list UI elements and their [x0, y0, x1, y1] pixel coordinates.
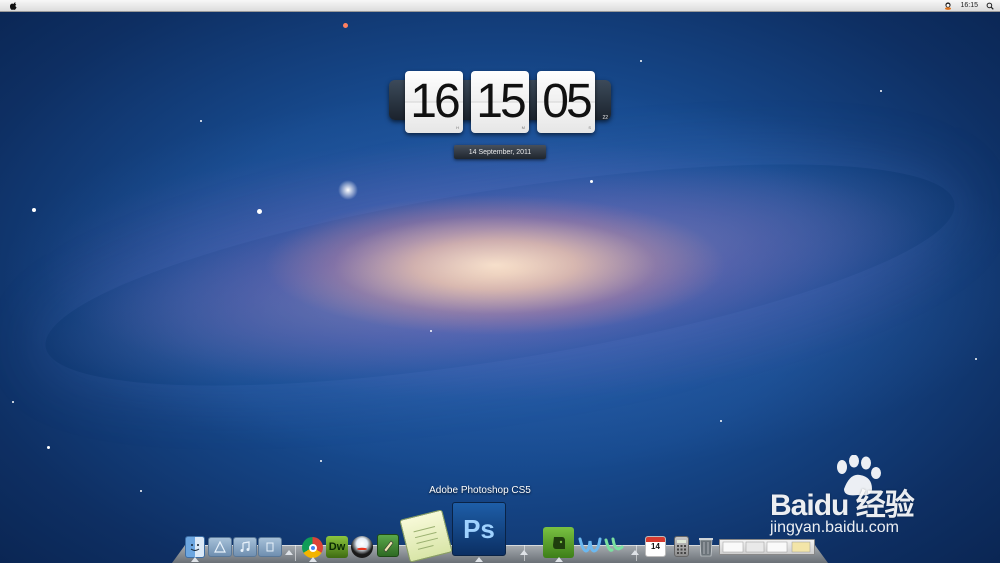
flip-clock-widget[interactable]: 16 H 15 M 05 S 22	[389, 71, 611, 135]
hours-label: H	[456, 125, 459, 130]
dock-indicator	[520, 550, 528, 555]
watermark-brand-prefix: Bai	[770, 489, 815, 522]
documents-folder-icon[interactable]	[258, 537, 282, 557]
calendar-day: 14	[651, 542, 660, 551]
baidu-watermark: Baidu 经验 jingyan.baidu.com	[770, 455, 1000, 545]
music-folder-icon[interactable]	[233, 537, 257, 557]
dock-separator	[295, 545, 296, 561]
dock-indicator	[285, 550, 293, 555]
photoshop-running-indicator	[475, 557, 483, 562]
photoshop-icon[interactable]: Ps	[452, 502, 506, 556]
calendar-icon[interactable]: 14	[645, 536, 666, 557]
apple-icon[interactable]	[10, 1, 18, 10]
finder-running-indicator	[191, 557, 199, 562]
applications-folder-icon[interactable]	[208, 537, 232, 557]
minutes-card: 15 M	[471, 71, 529, 133]
watermark-brand: Baidu 经验	[770, 480, 915, 524]
seconds-label: S	[588, 125, 591, 130]
seconds-card: 05 S	[537, 71, 595, 133]
chrome-icon[interactable]	[302, 537, 323, 558]
dock-indicator	[631, 550, 639, 555]
watermark-url: jingyan.baidu.com	[770, 519, 899, 536]
watermark-brand-cn: 经验	[855, 488, 915, 523]
wifi-icon[interactable]	[603, 535, 625, 557]
seconds-counter: 22	[602, 115, 608, 121]
spotlight-icon[interactable]	[986, 2, 994, 10]
user-status-icon[interactable]	[944, 1, 952, 10]
watermark-brand-suffix: du	[813, 489, 850, 522]
menu-bar-clock[interactable]: 16:15	[960, 2, 978, 9]
photoshop-label: Ps	[463, 513, 495, 544]
finder-icon[interactable]	[185, 536, 205, 558]
chrome-running-indicator	[309, 557, 317, 562]
minutes-digits: 15	[476, 75, 526, 128]
hours-card: 16 H	[405, 71, 463, 133]
grab-icon[interactable]	[377, 534, 399, 557]
wifi-icon[interactable]	[578, 535, 602, 557]
evernote-running-indicator	[555, 557, 563, 562]
seconds-card-digits: 05	[542, 75, 592, 128]
evernote-icon[interactable]	[543, 527, 574, 558]
clock-date: 14 September, 2011	[454, 145, 546, 159]
trash-icon[interactable]	[697, 535, 715, 557]
minutes-label: M	[521, 125, 525, 130]
dreamweaver-label: Dw	[328, 541, 346, 553]
hours-digits: 16	[410, 75, 460, 128]
menu-bar: 16:15	[0, 0, 1000, 12]
qq-icon[interactable]	[351, 536, 373, 558]
calculator-icon[interactable]	[674, 536, 689, 557]
dock-tooltip: Adobe Photoshop CS5	[429, 485, 531, 496]
dreamweaver-icon[interactable]: Dw	[326, 536, 348, 558]
